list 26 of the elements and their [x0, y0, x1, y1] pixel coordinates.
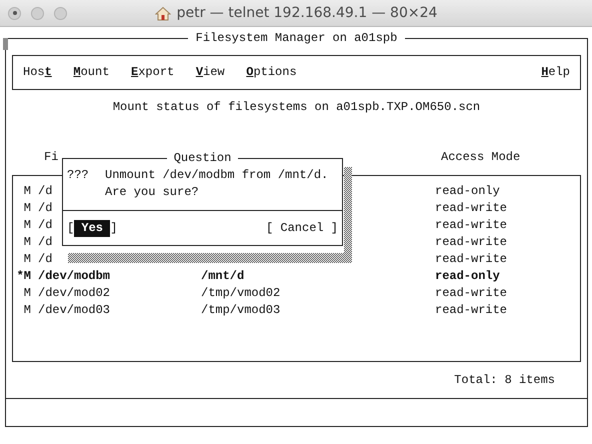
table-row[interactable]: M /dev/mod02 /tmp/vmod02 read-write	[13, 285, 580, 302]
dialog-message: Are you sure?	[105, 184, 199, 201]
menu-item[interactable]: Mount	[73, 64, 110, 81]
dialog-message: Unmount /dev/modbm from /mnt/d.	[105, 167, 328, 184]
column-header: Access Mode	[441, 149, 520, 166]
dialog-title: Question	[172, 150, 232, 167]
minimize-button[interactable]	[31, 6, 44, 20]
table-row[interactable]: M /dev/mod03 /tmp/vmod03 read-write	[13, 302, 580, 319]
close-button[interactable]	[8, 6, 21, 20]
menu-item[interactable]: View	[196, 64, 225, 81]
table-row[interactable]: *M /dev/modbm /mnt/d read-only	[13, 268, 580, 285]
zoom-button[interactable]	[54, 6, 67, 20]
table-row[interactable]: M /d read-write	[13, 251, 580, 268]
menu-item[interactable]: Host	[23, 64, 52, 81]
menu-item[interactable]: Help	[541, 64, 570, 81]
terminal-cursor	[3, 38, 8, 50]
house-icon	[154, 6, 171, 20]
screen-title: Filesystem Manager on a01spb	[194, 30, 398, 47]
column-header: Fi	[44, 150, 58, 164]
window-title: petr — telnet 192.168.49.1 — 80×24	[176, 5, 438, 21]
dialog-button[interactable]: [ Cancel ]	[266, 220, 338, 237]
prompt-marker: ???	[67, 168, 89, 182]
menu-item[interactable]: Export	[131, 64, 174, 81]
menu-item[interactable]: Options	[246, 64, 297, 81]
status-heading: Mount status of filesystems on a01spb.TXP.OM650.scn	[112, 100, 480, 114]
total-count: Total: 8 items	[454, 373, 555, 387]
